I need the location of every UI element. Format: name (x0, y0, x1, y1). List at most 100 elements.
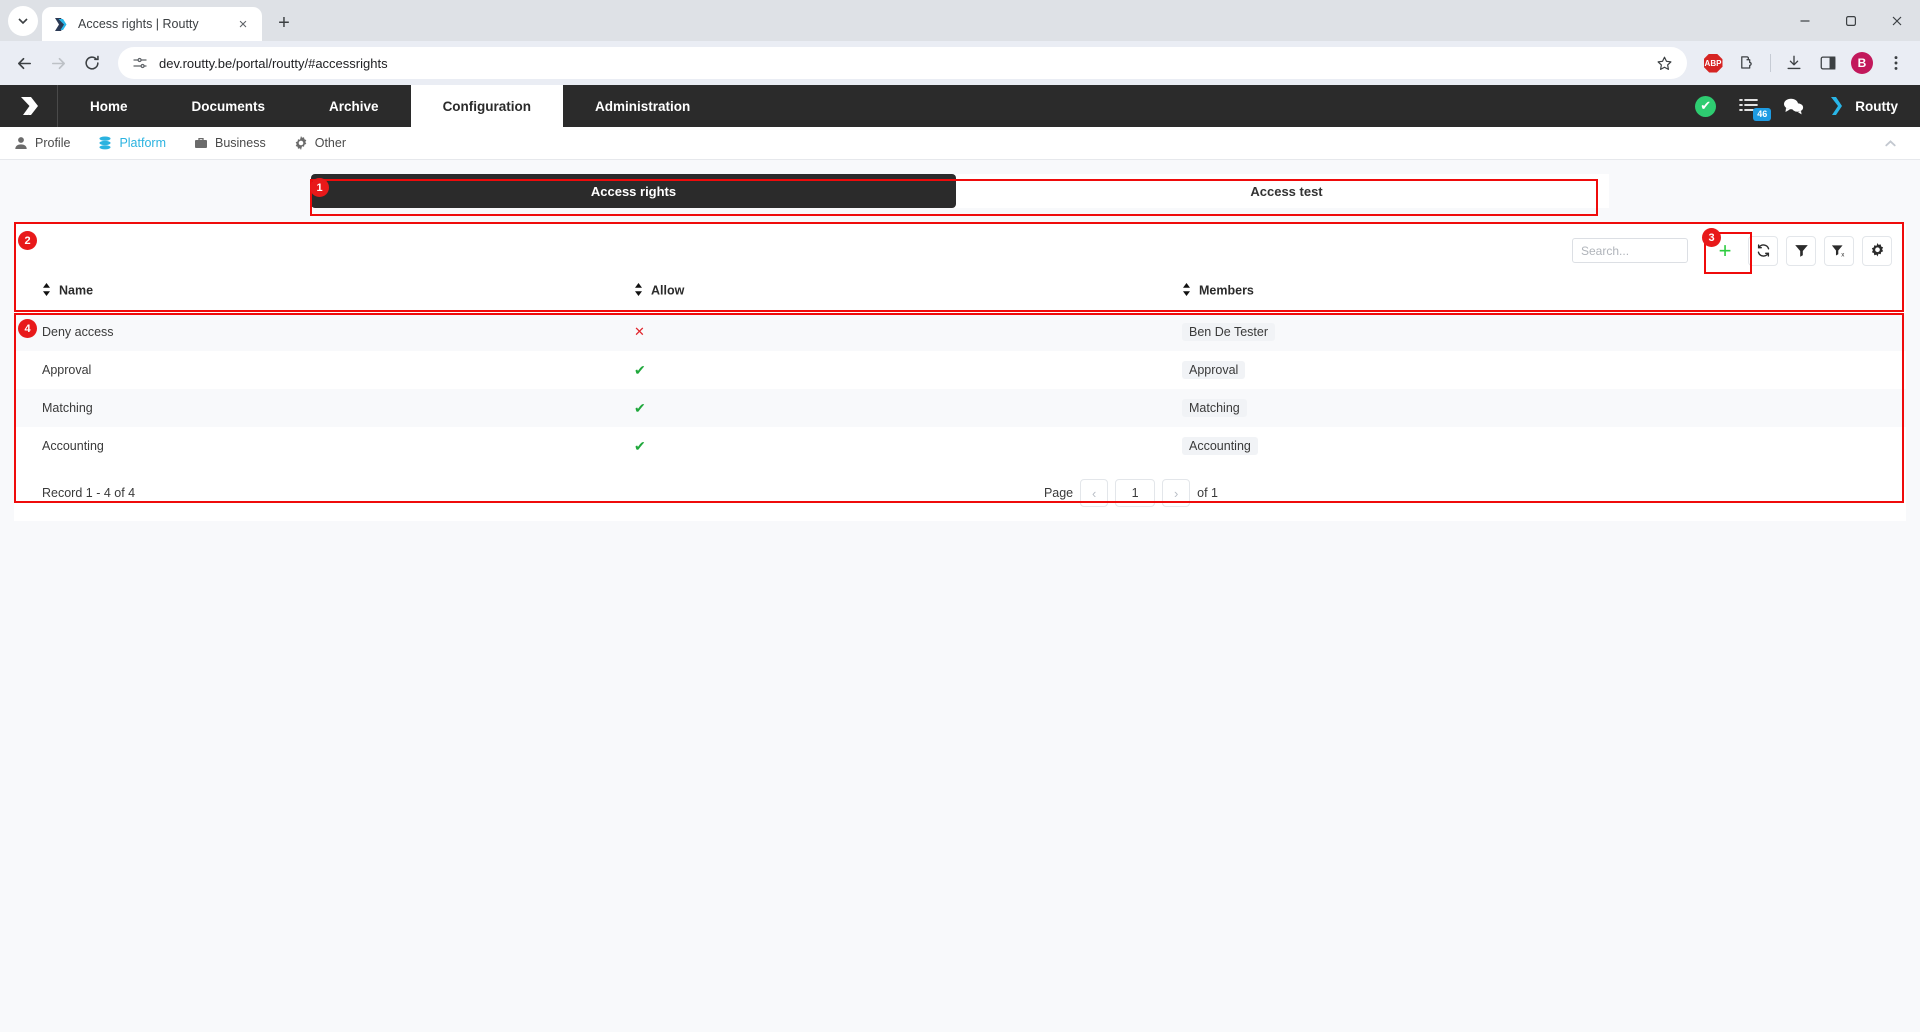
access-rights-table: Name Allow Members (14, 277, 1906, 465)
gear-icon (294, 136, 308, 150)
grid-toolbar: + x (14, 224, 1906, 277)
member-chip: Ben De Tester (1182, 323, 1275, 341)
back-icon[interactable] (8, 47, 40, 79)
table-header-row: Name Allow Members (14, 277, 1906, 313)
sort-icon-name[interactable] (42, 283, 51, 299)
record-count-label: Record 1 - 4 of 4 (42, 486, 135, 500)
deny-icon: ✕ (634, 324, 645, 339)
tab-access-rights[interactable]: Access rights (311, 174, 956, 208)
svg-text:x: x (1841, 251, 1845, 258)
new-tab-button[interactable]: + (270, 9, 298, 37)
routty-favicon (52, 16, 69, 33)
member-chip: Approval (1182, 361, 1245, 379)
reload-icon[interactable] (76, 47, 108, 79)
table-body: Deny access ✕ Ben De Tester Approval ✔ (14, 313, 1906, 465)
member-chip: Accounting (1182, 437, 1258, 455)
routty-logo[interactable] (0, 85, 58, 127)
nav-item-configuration[interactable]: Configuration (411, 85, 563, 127)
cell-name: Approval (14, 351, 634, 389)
column-label-allow: Allow (651, 283, 684, 297)
close-window-icon[interactable] (1874, 0, 1920, 41)
table-head: Name Allow Members (14, 277, 1906, 313)
downloads-icon[interactable] (1778, 47, 1810, 79)
sub-nav-label-profile: Profile (35, 136, 70, 150)
sub-nav-item-platform[interactable]: Platform (98, 136, 166, 150)
table-row[interactable]: Approval ✔ Approval (14, 351, 1906, 389)
next-page-button[interactable]: › (1162, 479, 1190, 507)
browser-tab-title: Access rights | Routty (78, 17, 225, 31)
nav-item-documents[interactable]: Documents (160, 85, 298, 127)
profile-initial: B (1851, 52, 1873, 74)
allow-icon: ✔ (634, 362, 646, 378)
person-icon (14, 136, 28, 150)
cell-allow: ✔ (634, 351, 1182, 389)
filter-button[interactable] (1786, 236, 1816, 266)
prev-page-button[interactable]: ‹ (1080, 479, 1108, 507)
page-body: Access rights Access test + (0, 160, 1920, 1032)
side-panel-icon[interactable] (1812, 47, 1844, 79)
tab-search-chevron-icon[interactable] (8, 6, 38, 36)
tab-access-test[interactable]: Access test (964, 174, 1609, 208)
user-menu[interactable]: Routty (1827, 95, 1898, 117)
column-label-members: Members (1199, 283, 1254, 297)
site-settings-icon[interactable] (132, 55, 148, 71)
settings-button[interactable] (1862, 236, 1892, 266)
sub-nav-label-business: Business (215, 136, 266, 150)
maximize-icon[interactable] (1828, 0, 1874, 41)
adblock-label: ABP (1704, 54, 1723, 73)
nav-item-archive[interactable]: Archive (297, 85, 411, 127)
allow-icon: ✔ (634, 438, 646, 454)
sort-icon-allow[interactable] (634, 283, 643, 299)
table-row[interactable]: Deny access ✕ Ben De Tester (14, 313, 1906, 351)
grid-footer: Record 1 - 4 of 4 Page ‹ › of 1 (14, 465, 1906, 521)
chat-icon[interactable] (1782, 96, 1805, 116)
forward-icon[interactable] (42, 47, 74, 79)
cell-name: Matching (14, 389, 634, 427)
cell-members: Ben De Tester (1182, 313, 1906, 351)
sub-nav: Profile Platform Business Other (0, 127, 1920, 160)
app-main-nav: Home Documents Archive Configuration Adm… (58, 85, 722, 127)
member-chip: Matching (1182, 399, 1247, 417)
status-check-icon[interactable]: ✔ (1695, 96, 1716, 117)
tab-switcher-wrap: Access rights Access test (0, 160, 1920, 208)
routty-user-logo (1827, 95, 1847, 117)
sub-nav-item-profile[interactable]: Profile (14, 136, 70, 150)
browser-tab[interactable]: Access rights | Routty × (42, 7, 262, 41)
sort-icon-members[interactable] (1182, 283, 1191, 299)
sub-nav-label-platform: Platform (119, 136, 166, 150)
briefcase-icon (194, 136, 208, 150)
nav-item-home[interactable]: Home (58, 85, 160, 127)
tasks-list-icon[interactable]: 46 (1738, 97, 1760, 116)
cell-members: Matching (1182, 389, 1906, 427)
cell-name: Accounting (14, 427, 634, 465)
profile-avatar[interactable]: B (1846, 47, 1878, 79)
bookmark-star-icon[interactable] (1656, 55, 1673, 72)
page-label: Page (1044, 486, 1073, 500)
extensions-icon[interactable] (1731, 47, 1763, 79)
total-pages-label: of 1 (1197, 486, 1218, 500)
column-header-members[interactable]: Members (1182, 277, 1906, 313)
sub-nav-item-other[interactable]: Other (294, 136, 346, 150)
chevron-up-icon[interactable] (1883, 136, 1906, 151)
cell-allow: ✔ (634, 427, 1182, 465)
sub-nav-label-other: Other (315, 136, 346, 150)
search-input[interactable] (1572, 238, 1688, 263)
table-row[interactable]: Accounting ✔ Accounting (14, 427, 1906, 465)
column-label-name: Name (59, 283, 93, 297)
user-name-label: Routty (1855, 99, 1898, 114)
add-button[interactable]: + (1710, 236, 1740, 266)
minimize-icon[interactable] (1782, 0, 1828, 41)
address-bar[interactable]: dev.routty.be/portal/routty/#accessright… (118, 47, 1687, 79)
adblock-icon[interactable]: ABP (1697, 47, 1729, 79)
close-tab-icon[interactable]: × (234, 15, 252, 33)
database-icon (98, 136, 112, 150)
clear-filter-button[interactable]: x (1824, 236, 1854, 266)
page-input[interactable] (1115, 479, 1155, 507)
column-header-allow[interactable]: Allow (634, 277, 1182, 313)
refresh-button[interactable] (1748, 236, 1778, 266)
column-header-name[interactable]: Name (14, 277, 634, 313)
sub-nav-item-business[interactable]: Business (194, 136, 266, 150)
nav-item-administration[interactable]: Administration (563, 85, 722, 127)
chrome-menu-icon[interactable] (1880, 47, 1912, 79)
table-row[interactable]: Matching ✔ Matching (14, 389, 1906, 427)
